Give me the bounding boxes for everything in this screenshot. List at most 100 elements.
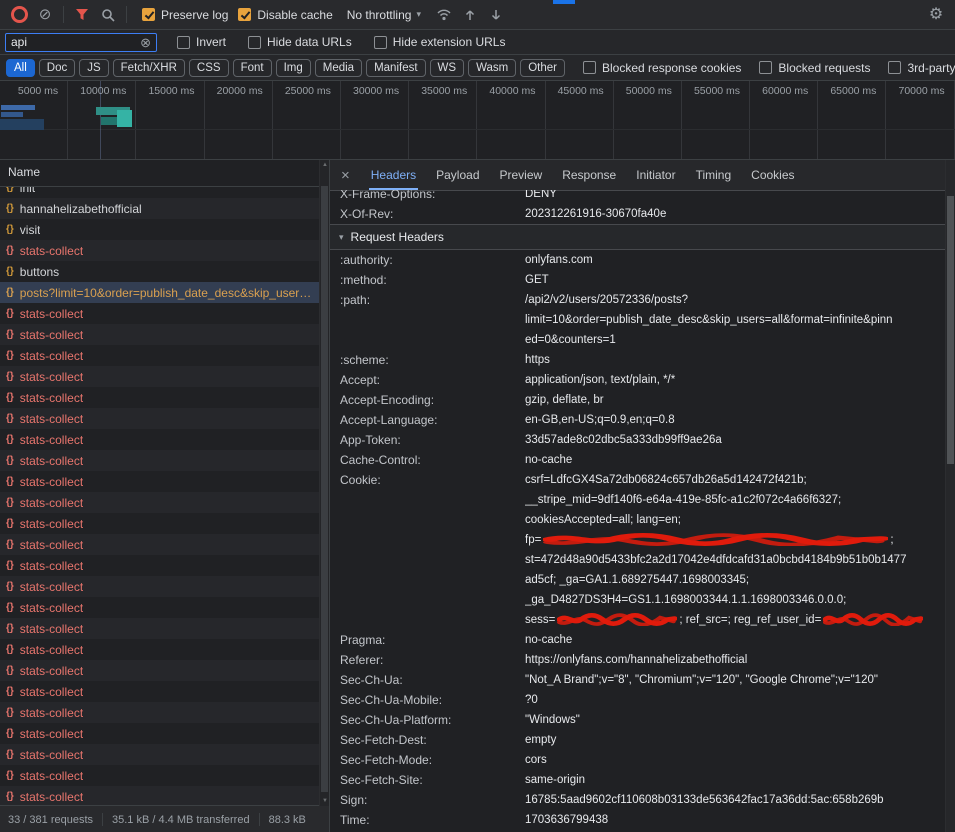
type-chip-media[interactable]: Media [315, 59, 362, 77]
request-row[interactable]: {}buttons [0, 261, 320, 282]
type-chip-doc[interactable]: Doc [39, 59, 75, 77]
blocked-response-cookies-checkbox[interactable]: Blocked response cookies [583, 61, 741, 75]
request-row[interactable]: {}stats-collect [0, 366, 320, 387]
close-details-button[interactable]: × [330, 167, 361, 184]
tab-cookies[interactable]: Cookies [741, 160, 804, 190]
type-chip-other[interactable]: Other [520, 59, 565, 77]
tab-response[interactable]: Response [552, 160, 626, 190]
preserve-log-checkbox[interactable]: Preserve log [142, 8, 228, 22]
type-chip-img[interactable]: Img [276, 59, 311, 77]
clear-button[interactable]: ⊘ [32, 3, 58, 27]
invert-checkbox[interactable]: Invert [177, 35, 226, 49]
request-row[interactable]: {}init [0, 187, 320, 198]
hide-extension-urls-checkbox[interactable]: Hide extension URLs [374, 35, 506, 49]
scroll-up-icon[interactable]: ▲ [320, 162, 330, 168]
request-row[interactable]: {}posts?limit=10&order=publish_date_desc… [0, 282, 320, 303]
request-row[interactable]: {}visit [0, 219, 320, 240]
header-value: csrf=LdfcGX4Sa72db06824c657db26a5d142472… [525, 470, 945, 630]
request-row[interactable]: {}stats-collect [0, 681, 320, 702]
scrollbar-thumb[interactable] [321, 186, 328, 792]
request-row[interactable]: {}stats-collect [0, 471, 320, 492]
request-row[interactable]: {}stats-collect [0, 492, 320, 513]
clear-filter-icon[interactable]: ⊗ [140, 36, 151, 49]
request-row[interactable]: {}stats-collect [0, 765, 320, 786]
throttling-dropdown[interactable]: No throttling ▾ [347, 8, 421, 22]
tab-initiator[interactable]: Initiator [626, 160, 685, 190]
tab-headers[interactable]: Headers [361, 160, 426, 190]
type-chip-all[interactable]: All [6, 59, 35, 77]
blocked-requests-checkbox[interactable]: Blocked requests [759, 61, 870, 75]
disable-cache-checkbox[interactable]: Disable cache [238, 8, 332, 22]
script-braces-icon: {} [6, 497, 14, 508]
request-row[interactable]: {}stats-collect [0, 744, 320, 765]
filter-input-box: ⊗ [5, 33, 157, 52]
header-row: Accept-Encoding:gzip, deflate, br [330, 390, 945, 410]
search-button[interactable] [95, 3, 121, 27]
request-row[interactable]: {}stats-collect [0, 408, 320, 429]
request-headers-section-header[interactable]: ▾ Request Headers [330, 224, 945, 250]
header-value-line: no-cache [525, 630, 945, 650]
request-row[interactable]: {}stats-collect [0, 723, 320, 744]
type-chip-wasm[interactable]: Wasm [468, 59, 516, 77]
tab-preview[interactable]: Preview [490, 160, 553, 190]
request-row[interactable]: {}stats-collect [0, 450, 320, 471]
request-row[interactable]: {}stats-collect [0, 786, 320, 805]
filter-funnel-icon [75, 8, 89, 21]
type-chip-font[interactable]: Font [233, 59, 272, 77]
header-name: Accept-Encoding: [330, 390, 525, 410]
request-name-label: hannahelizabethofficial [20, 202, 142, 216]
third-party-requests-checkbox[interactable]: 3rd-party requests [888, 61, 955, 75]
request-row[interactable]: {}stats-collect [0, 324, 320, 345]
type-chip-js[interactable]: JS [79, 59, 108, 77]
request-row[interactable]: {}stats-collect [0, 387, 320, 408]
request-row[interactable]: {}stats-collect [0, 240, 320, 261]
header-value: /api2/v2/users/20572336/posts?limit=10&o… [525, 290, 945, 350]
type-chip-ws[interactable]: WS [430, 59, 465, 77]
request-row[interactable]: {}stats-collect [0, 597, 320, 618]
scroll-down-icon[interactable]: ▼ [320, 798, 330, 804]
header-value-line: gzip, deflate, br [525, 390, 945, 410]
import-har-button[interactable] [457, 3, 483, 27]
request-row[interactable]: {}hannahelizabethofficial [0, 198, 320, 219]
header-value-line: cookiesAccepted=all; lang=en; [525, 510, 945, 530]
network-filter-input[interactable] [11, 35, 129, 49]
header-value-line: "Windows" [525, 710, 945, 730]
request-row[interactable]: {}stats-collect [0, 345, 320, 366]
redaction-scribble [557, 613, 677, 626]
hide-data-urls-checkbox[interactable]: Hide data URLs [248, 35, 352, 49]
header-value-line: _ga_D4827DS3H4=GS1.1.1698003344.1.1.1698… [525, 590, 945, 610]
request-row[interactable]: {}stats-collect [0, 534, 320, 555]
tab-payload[interactable]: Payload [426, 160, 489, 190]
script-braces-icon: {} [6, 560, 14, 571]
filter-toggle-button[interactable] [69, 3, 95, 27]
type-chip-css[interactable]: CSS [189, 59, 229, 77]
header-name: Cookie: [330, 470, 525, 630]
settings-button[interactable]: ⚙ [923, 3, 949, 27]
scrollbar-thumb[interactable] [947, 196, 954, 464]
request-row[interactable]: {}stats-collect [0, 303, 320, 324]
request-row[interactable]: {}stats-collect [0, 639, 320, 660]
header-row: Sec-Ch-Ua:"Not_A Brand";v="8", "Chromium… [330, 670, 945, 690]
tab-timing[interactable]: Timing [686, 160, 742, 190]
request-row[interactable]: {}stats-collect [0, 429, 320, 450]
record-button[interactable] [6, 3, 32, 27]
request-list-scrollbar[interactable]: ▲ ▼ [319, 160, 329, 806]
network-conditions-button[interactable] [431, 3, 457, 27]
header-value-line: DENY [525, 190, 945, 204]
export-har-button[interactable] [483, 3, 509, 27]
header-value: ?0 [525, 690, 945, 710]
request-row[interactable]: {}stats-collect [0, 513, 320, 534]
request-row[interactable]: {}stats-collect [0, 576, 320, 597]
request-row[interactable]: {}stats-collect [0, 660, 320, 681]
script-braces-icon: {} [6, 518, 14, 529]
request-row[interactable]: {}stats-collect [0, 618, 320, 639]
network-overview-timeline[interactable]: 5000 ms10000 ms15000 ms20000 ms25000 ms3… [0, 81, 955, 160]
header-name: Time: [330, 810, 525, 830]
type-chip-manifest[interactable]: Manifest [366, 59, 425, 77]
request-row[interactable]: {}stats-collect [0, 702, 320, 723]
type-chip-fetch-xhr[interactable]: Fetch/XHR [113, 59, 185, 77]
name-column-header[interactable]: Name [0, 160, 329, 187]
request-row[interactable]: {}stats-collect [0, 555, 320, 576]
details-scrollbar[interactable] [945, 160, 955, 832]
header-row: Sec-Ch-Ua-Mobile:?0 [330, 690, 945, 710]
